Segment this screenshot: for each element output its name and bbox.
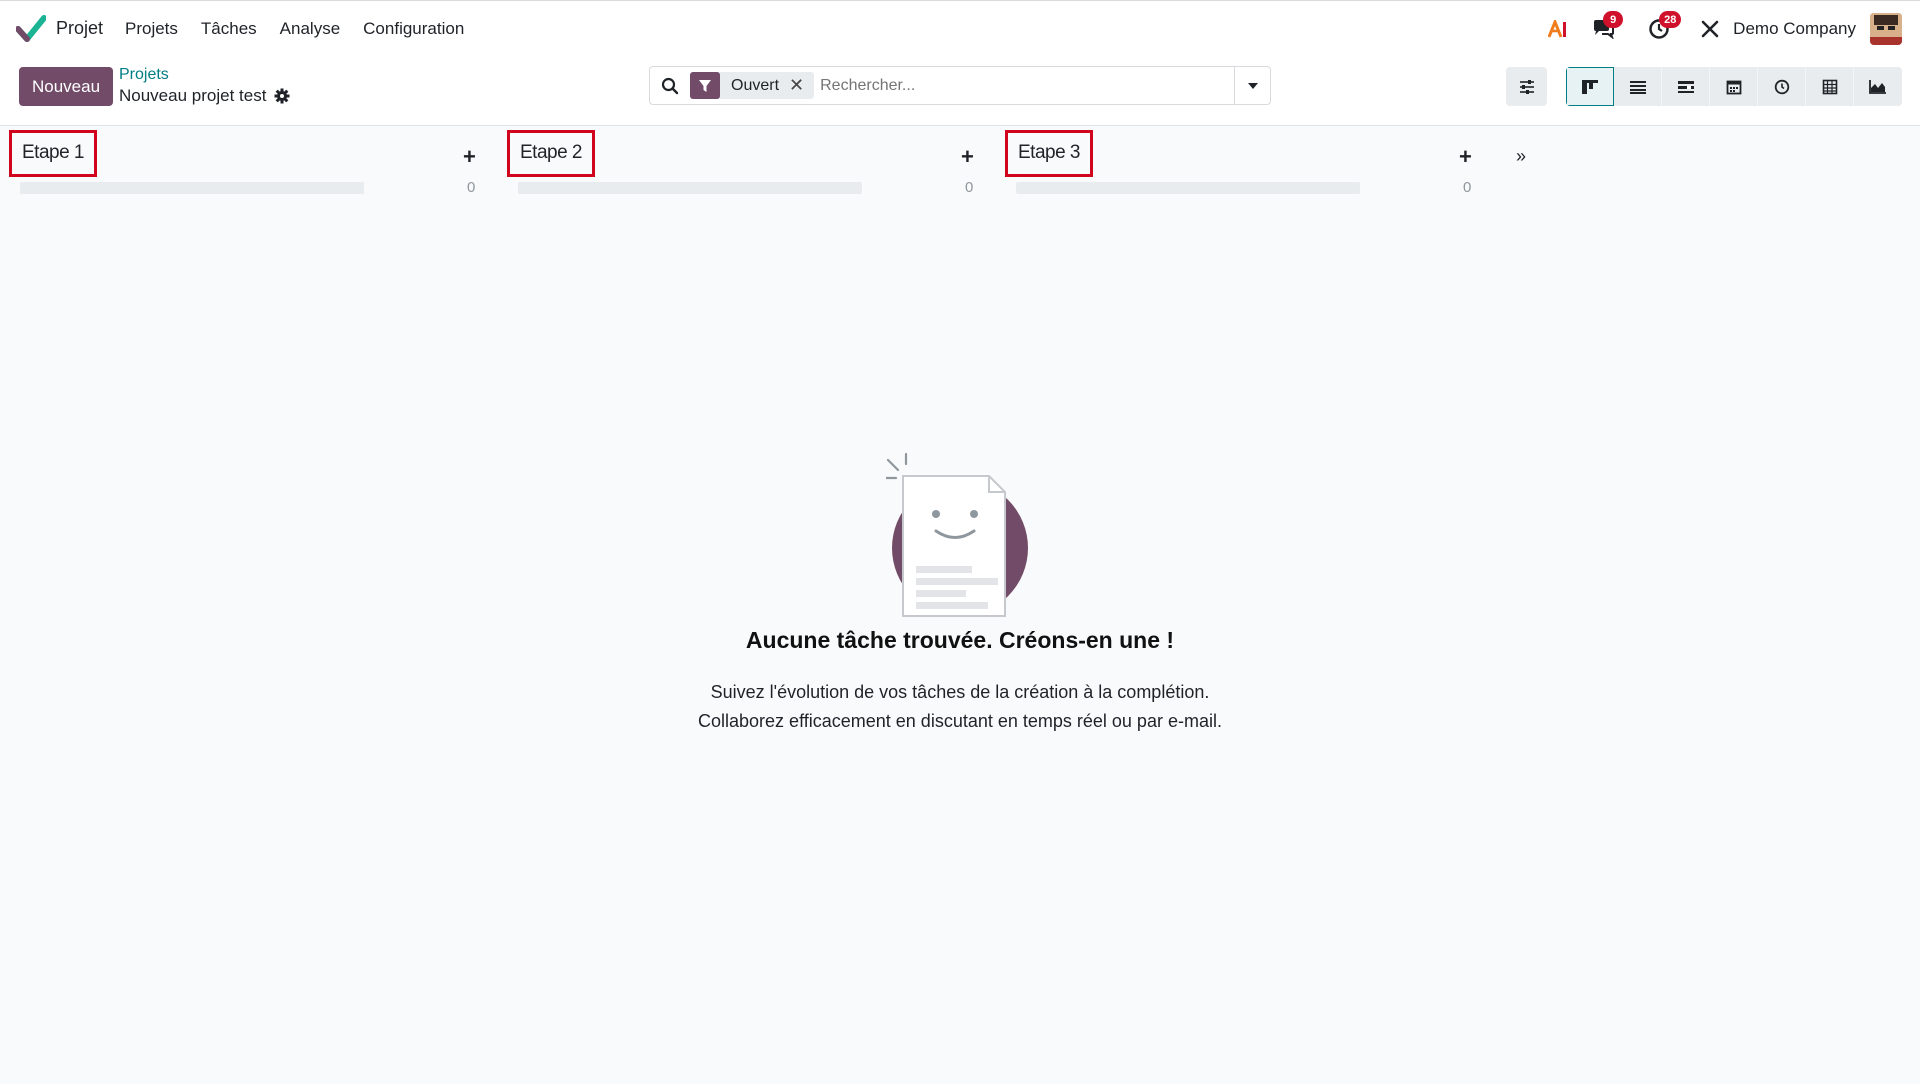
app-name[interactable]: Projet — [56, 18, 103, 39]
column-title[interactable]: Etape 2 — [507, 130, 595, 177]
add-task-plus-icon[interactable]: + — [1459, 144, 1472, 170]
clock-icon — [1774, 79, 1789, 94]
sliders-icon — [1519, 79, 1534, 94]
systray: 9 28 Demo Company — [1541, 11, 1920, 47]
project-name: Nouveau projet test — [119, 86, 267, 105]
gear-icon[interactable] — [274, 88, 290, 104]
show-more-columns-chevron-icon[interactable]: » — [1516, 146, 1526, 167]
menu-item-analyse[interactable]: Analyse — [280, 19, 340, 39]
column-count: 0 — [467, 179, 476, 196]
area-chart-icon — [1869, 80, 1886, 94]
kanban-column-etape-3: Etape 3 + 0 — [996, 126, 1484, 206]
kanban-column-etape-1: Etape 1 + 0 — [0, 126, 488, 206]
kanban-icon — [1582, 79, 1598, 94]
filter-facet-label: Ouvert — [731, 76, 780, 94]
calendar-icon — [1726, 80, 1741, 94]
list-view-button[interactable] — [1614, 67, 1662, 106]
column-progress-bar — [518, 182, 862, 194]
caret-down-icon — [1247, 82, 1258, 89]
user-avatar[interactable] — [1870, 13, 1902, 45]
menu-item-configuration[interactable]: Configuration — [363, 19, 464, 39]
column-progress-bar — [20, 182, 364, 194]
pivot-table-icon — [1822, 79, 1837, 94]
menu-item-taches[interactable]: Tâches — [201, 19, 257, 39]
column-title[interactable]: Etape 1 — [9, 130, 97, 177]
new-button[interactable]: Nouveau — [19, 67, 114, 106]
calendar-view-button[interactable] — [1710, 67, 1758, 106]
top-navbar: Projet Projets Tâches Analyse Configurat… — [0, 0, 1920, 56]
add-task-plus-icon[interactable]: + — [961, 144, 974, 170]
control-panel: Nouveau Projets Nouveau projet test Ouve… — [0, 56, 1920, 126]
add-task-plus-icon[interactable]: + — [463, 144, 476, 170]
kanban-settings-button[interactable] — [1506, 67, 1547, 106]
main-menu: Projets Tâches Analyse Configuration — [125, 19, 464, 39]
project-app-logo-icon[interactable] — [16, 15, 46, 43]
ai-icon[interactable] — [1541, 14, 1577, 44]
empty-document-illustration — [886, 452, 1028, 617]
column-title[interactable]: Etape 3 — [1005, 130, 1093, 177]
search-icon[interactable] — [650, 77, 690, 95]
empty-state-line-2: Collaborez efficacement en discutant en … — [698, 711, 1222, 731]
view-switcher — [1566, 67, 1902, 106]
filter-facet: Ouvert ✕ — [690, 72, 815, 99]
filter-icon — [690, 72, 720, 99]
messages-badge: 9 — [1603, 11, 1624, 28]
search-bar: Ouvert ✕ — [649, 66, 1271, 105]
activity-view-button[interactable] — [1758, 67, 1806, 106]
breadcrumb-projets[interactable]: Projets — [119, 66, 169, 84]
column-count: 0 — [1463, 179, 1472, 196]
page-title: Nouveau projet test — [119, 86, 290, 106]
list-icon — [1629, 80, 1646, 94]
activities-badge: 28 — [1659, 11, 1682, 28]
gantt-view-button[interactable] — [1662, 67, 1710, 106]
search-options-dropdown-toggle[interactable] — [1234, 67, 1270, 104]
column-progress-bar — [1016, 182, 1360, 194]
column-count: 0 — [965, 179, 974, 196]
graph-view-button[interactable] — [1854, 67, 1902, 106]
remove-filter-close-icon[interactable]: ✕ — [789, 72, 814, 99]
empty-state-line-1: Suivez l'évolution de vos tâches de la c… — [710, 682, 1210, 702]
gantt-icon — [1677, 80, 1694, 93]
kanban-view-button[interactable] — [1566, 67, 1614, 106]
tools-icon[interactable] — [1697, 14, 1723, 44]
search-input[interactable] — [820, 76, 1234, 95]
empty-state-title: Aucune tâche trouvée. Créons-en une ! — [745, 627, 1175, 653]
company-switcher[interactable]: Demo Company — [1733, 19, 1856, 39]
kanban-column-etape-2: Etape 2 + 0 — [498, 126, 986, 206]
menu-item-projets[interactable]: Projets — [125, 19, 178, 39]
pivot-view-button[interactable] — [1806, 67, 1854, 106]
activities-clock-icon[interactable]: 28 — [1641, 11, 1682, 44]
messages-icon[interactable]: 9 — [1585, 11, 1624, 44]
